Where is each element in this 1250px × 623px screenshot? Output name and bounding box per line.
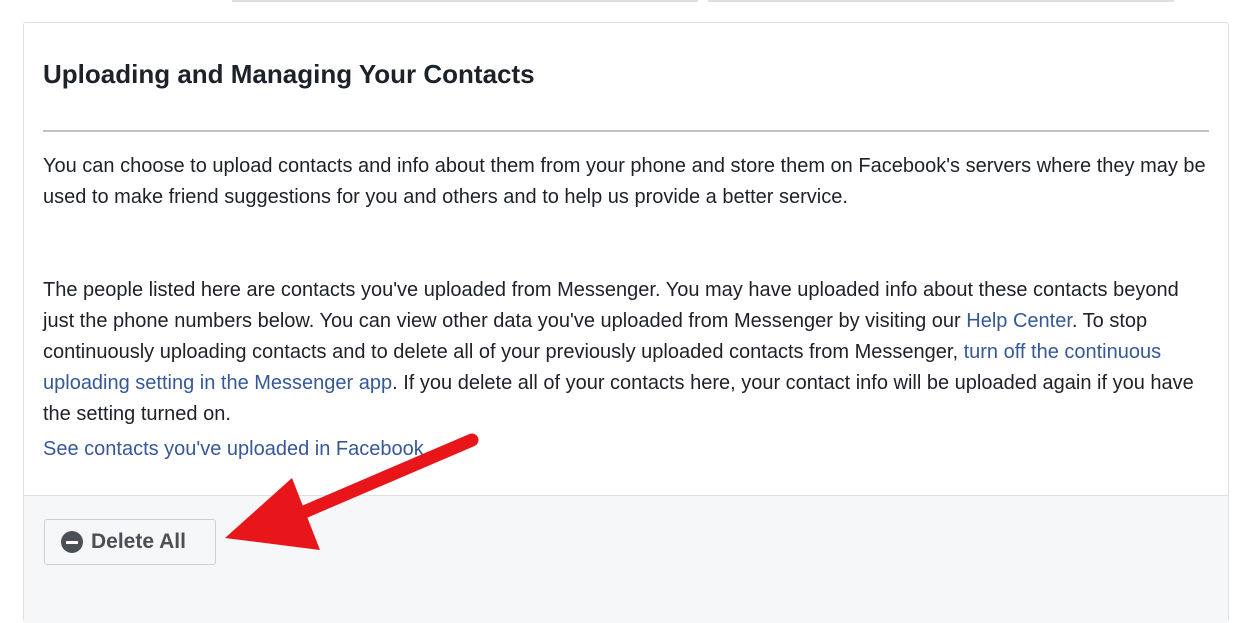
section-title: Uploading and Managing Your Contacts bbox=[43, 59, 535, 89]
title-divider bbox=[43, 130, 1209, 132]
help-center-link[interactable]: Help Center bbox=[966, 310, 1072, 332]
delete-all-label: Delete All bbox=[91, 530, 186, 553]
intro-paragraph: You can choose to upload contacts and in… bbox=[43, 155, 1206, 208]
minus-circle-icon bbox=[61, 531, 83, 553]
see-uploaded-contacts-link[interactable]: See contacts you've uploaded in Facebook… bbox=[43, 434, 429, 465]
detail-paragraph: The people listed here are contacts you'… bbox=[43, 275, 1213, 430]
top-input-edge-left bbox=[232, 0, 698, 2]
top-input-edge-right bbox=[708, 0, 1174, 2]
contacts-card: Uploading and Managing Your Contacts You… bbox=[23, 22, 1229, 623]
card-footer: Delete All bbox=[24, 495, 1228, 623]
delete-all-button[interactable]: Delete All bbox=[44, 519, 216, 565]
